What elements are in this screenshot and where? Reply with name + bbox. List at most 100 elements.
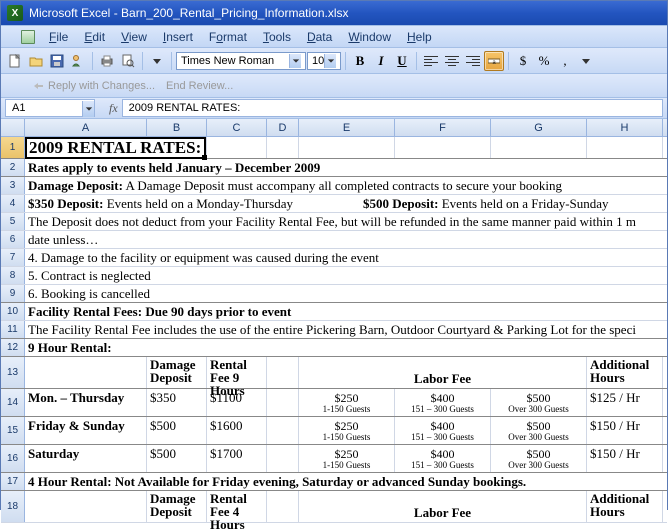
- col-header-c[interactable]: C: [207, 119, 267, 136]
- new-button[interactable]: [5, 51, 25, 71]
- row-header-10[interactable]: 10: [1, 303, 25, 320]
- col-header-h[interactable]: H: [587, 119, 663, 136]
- row-header-17[interactable]: 17: [1, 473, 25, 490]
- col-header-e[interactable]: E: [299, 119, 395, 136]
- hdr4-addl[interactable]: Additional Hours: [587, 491, 663, 522]
- menu-data[interactable]: Data: [299, 27, 340, 47]
- cell-row4[interactable]: $350 Deposit: Events held on a Monday-Th…: [25, 195, 663, 212]
- hdr-addl[interactable]: Additional Hours: [587, 357, 663, 388]
- comma-button[interactable]: ,: [555, 51, 575, 71]
- save-button[interactable]: [47, 51, 67, 71]
- print-preview-button[interactable]: [118, 51, 138, 71]
- cell-row10[interactable]: Facility Rental Fees: Due 90 days prior …: [25, 303, 663, 320]
- cell-row9[interactable]: 6. Booking is cancelled: [25, 285, 663, 302]
- cell-sat-f[interactable]: $400151 – 300 Guests: [395, 445, 491, 472]
- cell-row12[interactable]: 9 Hour Rental:: [25, 339, 663, 356]
- cell-row3[interactable]: Damage Deposit: A Damage Deposit must ac…: [25, 177, 663, 194]
- row-header-7[interactable]: 7: [1, 249, 25, 266]
- cell-row7[interactable]: 4. Damage to the facility or equipment w…: [25, 249, 663, 266]
- chevron-down-icon[interactable]: [324, 54, 336, 68]
- cell-fri-g[interactable]: $500Over 300 Guests: [491, 417, 587, 444]
- cell-fri-label[interactable]: Friday & Sunday: [25, 417, 147, 444]
- cell-a18[interactable]: [25, 491, 147, 522]
- cell-a13[interactable]: [25, 357, 147, 388]
- menu-help[interactable]: Help: [399, 27, 440, 47]
- chevron-down-icon[interactable]: [289, 54, 301, 68]
- row-header-2[interactable]: 2: [1, 159, 25, 176]
- cell-sat-fee[interactable]: $1700: [207, 445, 267, 472]
- bold-button[interactable]: B: [350, 51, 370, 71]
- align-right-button[interactable]: [463, 51, 483, 71]
- cell-fri-e[interactable]: $2501-150 Guests: [299, 417, 395, 444]
- cell-fri-dep[interactable]: $500: [147, 417, 207, 444]
- align-center-button[interactable]: [442, 51, 462, 71]
- cell-row17[interactable]: 4 Hour Rental: Not Available for Friday …: [25, 473, 663, 490]
- spreadsheet-grid[interactable]: A B C D E F G H 1 2009 RENTAL RATES: 2 R…: [1, 119, 667, 523]
- cell-mon-g[interactable]: $500Over 300 Guests: [491, 389, 587, 416]
- cell-sat-dep[interactable]: $500: [147, 445, 207, 472]
- menu-format[interactable]: Format: [201, 27, 255, 47]
- menu-edit[interactable]: Edit: [76, 27, 113, 47]
- cell-fri-fee[interactable]: $1600: [207, 417, 267, 444]
- fx-icon[interactable]: fx: [109, 101, 118, 116]
- cell-fri-f[interactable]: $400151 – 300 Guests: [395, 417, 491, 444]
- col-header-g[interactable]: G: [491, 119, 587, 136]
- cell-row5[interactable]: The Deposit does not deduct from your Fa…: [25, 213, 663, 230]
- hdr4-deposit[interactable]: Damage Deposit: [147, 491, 207, 522]
- hdr-fee[interactable]: Rental Fee 9 Hours: [207, 357, 267, 388]
- col-header-f[interactable]: F: [395, 119, 491, 136]
- italic-button[interactable]: I: [371, 51, 391, 71]
- underline-button[interactable]: U: [392, 51, 412, 71]
- row-header-9[interactable]: 9: [1, 285, 25, 302]
- toolbar-options-1[interactable]: [147, 51, 167, 71]
- cell-sat-g[interactable]: $500Over 300 Guests: [491, 445, 587, 472]
- hdr4-labor[interactable]: Labor Fee: [299, 491, 587, 522]
- row-header-4[interactable]: 4: [1, 195, 25, 212]
- cell-mon-addl[interactable]: $125 / Hr: [587, 389, 663, 416]
- cell-mon-f[interactable]: $400151 – 300 Guests: [395, 389, 491, 416]
- row-header-8[interactable]: 8: [1, 267, 25, 284]
- row-header-16[interactable]: 16: [1, 445, 25, 472]
- row-header-13[interactable]: 13: [1, 357, 25, 388]
- cell-row6[interactable]: date unless…: [25, 231, 663, 248]
- font-select[interactable]: Times New Roman: [176, 52, 306, 70]
- cell-row8[interactable]: 5. Contract is neglected: [25, 267, 663, 284]
- font-size-select[interactable]: 10: [307, 52, 341, 70]
- permission-button[interactable]: [68, 51, 88, 71]
- cell-mon-e[interactable]: $2501-150 Guests: [299, 389, 395, 416]
- menu-insert[interactable]: Insert: [155, 27, 201, 47]
- menu-view[interactable]: View: [113, 27, 155, 47]
- align-left-button[interactable]: [421, 51, 441, 71]
- row-header-18[interactable]: 18: [1, 491, 25, 522]
- cell-mon-fee[interactable]: $1100: [207, 389, 267, 416]
- row-header-15[interactable]: 15: [1, 417, 25, 444]
- menu-tools[interactable]: Tools: [255, 27, 299, 47]
- cell-mon-label[interactable]: Mon. – Thursday: [25, 389, 147, 416]
- cell-row2[interactable]: Rates apply to events held January – Dec…: [25, 159, 663, 176]
- name-box[interactable]: A1: [5, 99, 95, 117]
- row-header-1[interactable]: 1: [1, 137, 25, 158]
- row-header-11[interactable]: 11: [1, 321, 25, 338]
- row-header-12[interactable]: 12: [1, 339, 25, 356]
- percent-button[interactable]: %: [534, 51, 554, 71]
- row-header-6[interactable]: 6: [1, 231, 25, 248]
- cell-sat-e[interactable]: $2501-150 Guests: [299, 445, 395, 472]
- row-header-14[interactable]: 14: [1, 389, 25, 416]
- cell-sat-label[interactable]: Saturday: [25, 445, 147, 472]
- print-button[interactable]: [97, 51, 117, 71]
- col-header-a[interactable]: A: [25, 119, 147, 136]
- currency-button[interactable]: $: [513, 51, 533, 71]
- open-button[interactable]: [26, 51, 46, 71]
- row-header-3[interactable]: 3: [1, 177, 25, 194]
- formula-bar[interactable]: 2009 RENTAL RATES:: [122, 99, 663, 117]
- cell-sat-addl[interactable]: $150 / Hr: [587, 445, 663, 472]
- col-header-d[interactable]: D: [267, 119, 299, 136]
- cell-mon-dep[interactable]: $350: [147, 389, 207, 416]
- row-header-5[interactable]: 5: [1, 213, 25, 230]
- merge-center-button[interactable]: a: [484, 51, 504, 71]
- cell-fri-addl[interactable]: $150 / Hr: [587, 417, 663, 444]
- menu-window[interactable]: Window: [340, 27, 399, 47]
- hdr4-fee[interactable]: Rental Fee 4 Hours: [207, 491, 267, 522]
- cell-row11[interactable]: The Facility Rental Fee includes the use…: [25, 321, 663, 338]
- hdr-labor[interactable]: Labor Fee: [299, 357, 587, 388]
